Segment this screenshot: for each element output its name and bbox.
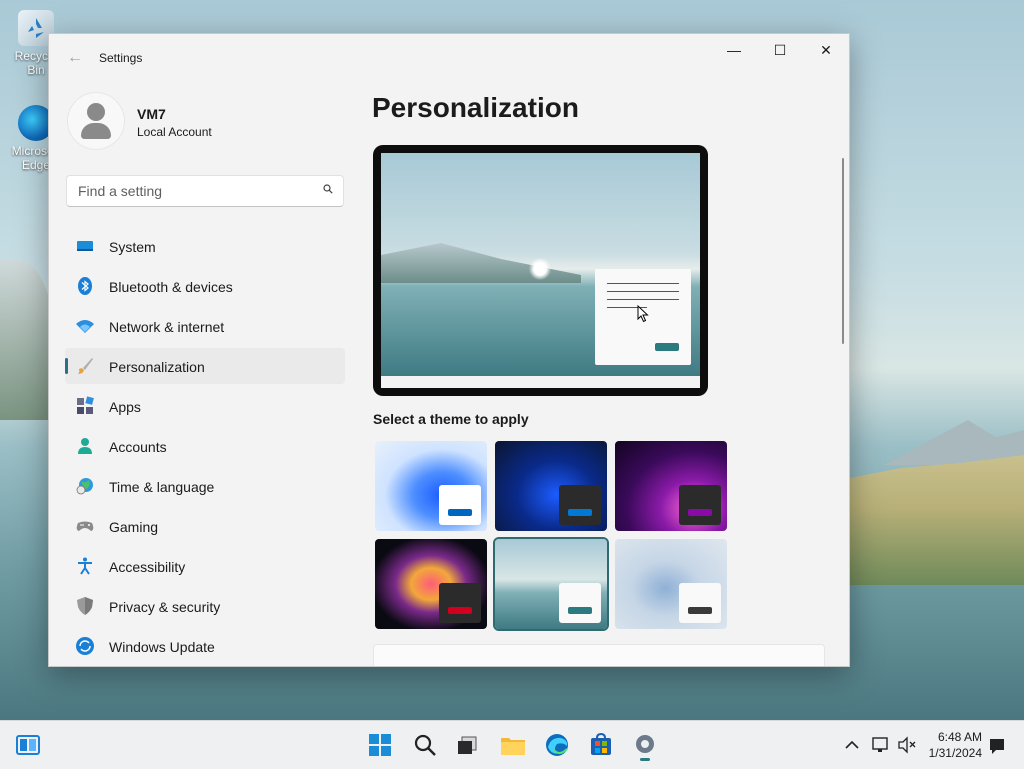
sidebar-item-apps[interactable]: Apps bbox=[65, 388, 345, 424]
preview-window-card bbox=[595, 269, 691, 365]
monitor-icon bbox=[77, 241, 93, 251]
sidebar-item-label: Bluetooth & devices bbox=[109, 279, 233, 295]
sidebar-item-time-language[interactable]: Time & language bbox=[65, 468, 345, 504]
theme-mini-window bbox=[439, 485, 481, 525]
clock-time: 6:48 AM bbox=[937, 730, 982, 744]
volume-muted-icon[interactable] bbox=[896, 729, 918, 761]
theme-tile-sunrise[interactable] bbox=[615, 539, 727, 629]
sidebar-item-accessibility[interactable]: Accessibility bbox=[65, 548, 345, 584]
search-icon[interactable] bbox=[409, 729, 441, 761]
theme-tile-windows-dark[interactable] bbox=[495, 441, 607, 531]
accessibility-icon bbox=[78, 557, 92, 575]
sidebar-item-label: System bbox=[109, 239, 156, 255]
settings-gear-icon[interactable] bbox=[629, 729, 661, 761]
search-box[interactable] bbox=[66, 175, 344, 207]
network-icon[interactable] bbox=[870, 729, 892, 761]
page-title: Personalization bbox=[372, 92, 579, 123]
update-icon bbox=[76, 637, 94, 655]
settings-window: ← Settings — ☐ ✕ VM7 Local Account Syste… bbox=[48, 33, 850, 667]
sidebar-item-privacy-security[interactable]: Privacy & security bbox=[65, 588, 345, 624]
sidebar-item-label: Accounts bbox=[109, 439, 167, 455]
bluetooth-icon bbox=[78, 277, 92, 295]
sidebar-item-label: Time & language bbox=[109, 479, 215, 495]
taskbar: 6:48 AM 1/31/2024 bbox=[0, 720, 1024, 769]
preview-taskbar bbox=[381, 376, 700, 388]
widgets-icon[interactable] bbox=[12, 729, 44, 761]
person-icon bbox=[78, 438, 92, 454]
theme-tile-glow[interactable] bbox=[615, 441, 727, 531]
desktop-wallpaper-grass bbox=[848, 455, 1024, 585]
sidebar-item-label: Apps bbox=[109, 399, 141, 415]
theme-mini-window bbox=[679, 583, 721, 623]
theme-mini-window bbox=[559, 583, 601, 623]
sidebar-item-gaming[interactable]: Gaming bbox=[65, 508, 345, 544]
sidebar-item-label: Personalization bbox=[109, 359, 205, 375]
sidebar-item-windows-update[interactable]: Windows Update bbox=[65, 628, 345, 664]
preview-accent-button bbox=[655, 343, 679, 351]
minimize-button[interactable]: — bbox=[711, 34, 757, 66]
preview-line bbox=[607, 283, 679, 284]
close-button[interactable]: ✕ bbox=[803, 34, 849, 66]
theme-section-label: Select a theme to apply bbox=[373, 411, 529, 427]
store-icon[interactable] bbox=[585, 729, 617, 761]
apps-icon bbox=[77, 396, 94, 414]
theme-mini-window bbox=[439, 583, 481, 623]
theme-accent-swatch bbox=[448, 509, 472, 516]
start-icon[interactable] bbox=[364, 729, 396, 761]
theme-tile-flow[interactable] bbox=[495, 539, 607, 629]
settings-card-partial[interactable] bbox=[373, 644, 825, 666]
theme-accent-swatch bbox=[568, 509, 592, 516]
search-input[interactable] bbox=[76, 182, 310, 200]
preview-line bbox=[607, 291, 679, 292]
preview-sun bbox=[529, 258, 551, 280]
user-name: VM7 bbox=[137, 106, 166, 122]
sidebar-item-system[interactable]: System bbox=[65, 228, 345, 264]
avatar[interactable] bbox=[67, 92, 125, 150]
maximize-button[interactable]: ☐ bbox=[757, 34, 803, 66]
scrollbar-thumb[interactable] bbox=[842, 158, 844, 344]
title-bar: ← Settings — ☐ ✕ bbox=[49, 34, 849, 82]
sidebar-nav: System Bluetooth & devices Network & int… bbox=[65, 228, 345, 666]
search-icon bbox=[323, 184, 333, 194]
clock-date: 1/31/2024 bbox=[928, 746, 982, 760]
brush-icon bbox=[78, 358, 93, 374]
back-button[interactable]: ← bbox=[65, 48, 85, 68]
theme-accent-swatch bbox=[688, 607, 712, 614]
chevron-up-icon[interactable] bbox=[842, 729, 862, 761]
sidebar-item-label: Windows Update bbox=[109, 639, 215, 655]
window-title: Settings bbox=[99, 51, 143, 65]
avatar-head bbox=[87, 103, 105, 121]
theme-accent-swatch bbox=[568, 607, 592, 614]
sidebar-item-label: Privacy & security bbox=[109, 599, 221, 615]
task-view-icon[interactable] bbox=[452, 729, 484, 761]
theme-tile-captured-motion[interactable] bbox=[375, 539, 487, 629]
sidebar-item-label: Accessibility bbox=[109, 559, 186, 575]
preview-line bbox=[607, 299, 679, 300]
theme-preview bbox=[373, 145, 708, 396]
preview-shore bbox=[381, 243, 581, 283]
theme-tile-windows-light[interactable] bbox=[375, 441, 487, 531]
sidebar-item-label: Network & internet bbox=[109, 319, 225, 335]
theme-mini-window bbox=[559, 485, 601, 525]
wifi-icon bbox=[76, 320, 94, 333]
avatar-body bbox=[81, 123, 111, 139]
sidebar-item-bluetooth[interactable]: Bluetooth & devices bbox=[65, 268, 345, 304]
sidebar-item-network[interactable]: Network & internet bbox=[65, 308, 345, 344]
file-explorer-icon[interactable] bbox=[497, 729, 529, 761]
shield-icon bbox=[77, 597, 93, 615]
theme-accent-swatch bbox=[688, 509, 712, 516]
desktop-wallpaper-mountain bbox=[884, 420, 1024, 465]
edge-icon[interactable] bbox=[541, 729, 573, 761]
sidebar-item-label: Gaming bbox=[109, 519, 159, 535]
account-type: Local Account bbox=[137, 125, 212, 139]
notification-icon[interactable] bbox=[986, 729, 1008, 761]
sidebar-item-personalization[interactable]: Personalization bbox=[65, 348, 345, 384]
globe-clock-icon bbox=[76, 478, 93, 495]
system-clock[interactable]: 6:48 AM 1/31/2024 bbox=[929, 729, 982, 761]
gamepad-icon bbox=[76, 521, 94, 531]
cursor-icon bbox=[637, 305, 649, 323]
theme-accent-swatch bbox=[448, 607, 472, 614]
theme-mini-window bbox=[679, 485, 721, 525]
sidebar-item-accounts[interactable]: Accounts bbox=[65, 428, 345, 464]
